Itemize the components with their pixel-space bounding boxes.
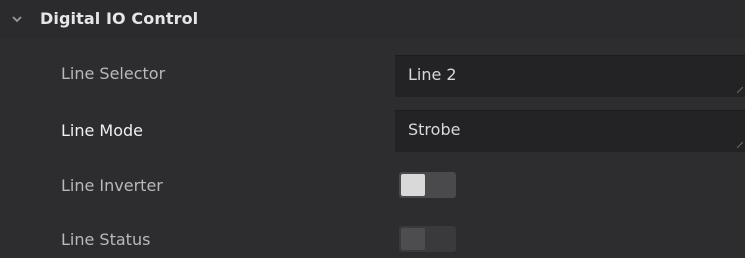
row-line-selector: Line Selector Line 2	[0, 53, 745, 99]
toggle-knob	[401, 174, 425, 196]
line-mode-label: Line Mode	[61, 121, 144, 140]
line-inverter-label: Line Inverter	[61, 176, 163, 195]
line-status-toggle	[399, 226, 456, 252]
line-status-label: Line Status	[61, 230, 151, 249]
line-selector-dropdown[interactable]: Line 2	[395, 55, 745, 97]
resize-grip-icon	[737, 87, 743, 93]
chevron-down-icon[interactable]	[12, 15, 22, 23]
line-selector-label: Line Selector	[61, 64, 166, 83]
line-selector-value: Line 2	[408, 65, 457, 84]
section-header-digital-io[interactable]: Digital IO Control	[0, 0, 745, 38]
toggle-knob	[401, 228, 425, 250]
line-mode-value: Strobe	[408, 120, 461, 139]
section-title: Digital IO Control	[40, 9, 199, 28]
resize-grip-icon	[737, 142, 743, 148]
line-mode-dropdown[interactable]: Strobe	[395, 110, 745, 152]
property-panel: Digital IO Control Line Selector Line 2 …	[0, 0, 745, 258]
row-line-inverter: Line Inverter	[0, 166, 745, 212]
row-line-mode: Line Mode Strobe	[0, 110, 745, 156]
row-line-status: Line Status	[0, 217, 745, 258]
line-inverter-toggle[interactable]	[399, 172, 456, 198]
